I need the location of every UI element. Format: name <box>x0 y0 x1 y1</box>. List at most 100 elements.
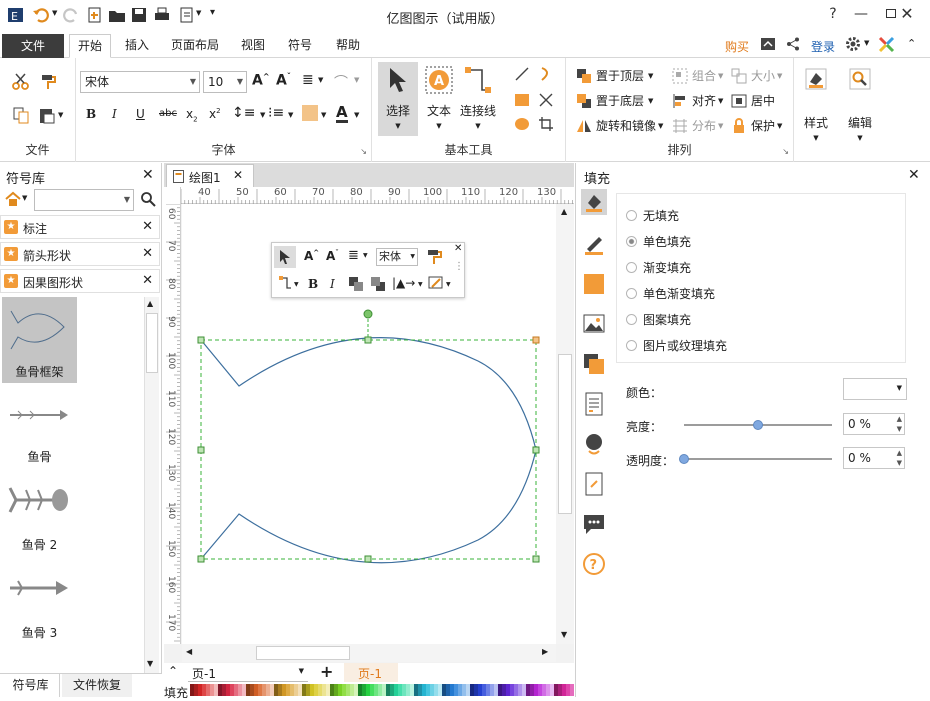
settings-gear-icon[interactable] <box>845 36 861 52</box>
scrollbar-thumb[interactable] <box>558 354 572 514</box>
help-question-icon[interactable]: ? <box>818 2 848 26</box>
cross-line-tool-icon[interactable] <box>538 92 554 108</box>
scroll-down-icon[interactable]: ▼ <box>147 659 153 668</box>
radio-solid-fill[interactable]: 单色填充 <box>626 233 691 250</box>
close-window-button[interactable]: ✕ <box>892 2 922 26</box>
tab-symbol-library[interactable]: 符号库 <box>2 674 60 697</box>
document-tab[interactable]: 绘图1 ✕ <box>166 164 254 187</box>
maximize-button[interactable] <box>858 2 896 26</box>
canvas-vertical-scrollbar[interactable]: ▲ ▼ <box>556 204 574 644</box>
shrink-font-icon[interactable]: Aˇ <box>326 249 339 263</box>
scroll-left-icon[interactable]: ◀ <box>186 647 192 656</box>
close-icon[interactable]: ✕ <box>908 167 920 183</box>
control-point-handle[interactable] <box>532 336 540 344</box>
resize-handle[interactable] <box>364 555 372 563</box>
cut-icon[interactable] <box>12 73 30 91</box>
crop-tool-icon[interactable] <box>538 116 554 132</box>
send-back-icon[interactable] <box>370 276 386 292</box>
close-icon[interactable]: ✕ <box>142 219 153 234</box>
arc-tool-icon[interactable] <box>538 66 554 82</box>
theme-color-icon[interactable] <box>878 36 895 53</box>
drag-handle-icon[interactable]: ⋮ <box>454 261 464 272</box>
resize-handle[interactable] <box>197 446 205 454</box>
close-icon[interactable]: ✕ <box>233 168 243 182</box>
shadow-panel-button[interactable] <box>581 271 607 297</box>
close-icon[interactable]: ✕ <box>142 167 154 183</box>
line-tool-icon[interactable] <box>514 66 530 82</box>
hyperlink-panel-button[interactable] <box>581 431 607 457</box>
subscript-icon[interactable]: x2 <box>186 107 198 123</box>
page-props-button[interactable] <box>581 391 607 417</box>
resize-handle[interactable] <box>197 555 205 563</box>
close-icon[interactable]: ✕ <box>142 273 153 288</box>
color-palette[interactable] <box>190 684 574 696</box>
library-header-callout[interactable]: ★ 标注 ✕ <box>0 215 160 239</box>
protect-button[interactable]: 保护 ▼ <box>731 117 782 134</box>
shape-item-fishbone-frame[interactable]: 鱼骨框架 <box>2 297 77 383</box>
login-link[interactable]: 登录 <box>811 38 835 55</box>
layer-panel-button[interactable] <box>581 351 607 377</box>
attachment-panel-button[interactable] <box>581 471 607 497</box>
connector-dropdown-icon[interactable]: ▼ <box>294 281 299 288</box>
brightness-spinner[interactable]: 0 % ▲ ▼ <box>843 413 905 435</box>
bring-to-front-button[interactable]: 置于顶层 ▼ <box>576 67 653 84</box>
radio-single-gradient-fill[interactable]: 单色渐变填充 <box>626 285 715 302</box>
radio-no-fill[interactable]: 无填充 <box>626 207 679 224</box>
edit-button[interactable]: 编辑 ▼ <box>843 66 877 146</box>
font-color-icon[interactable]: A <box>336 104 348 123</box>
settings-dropdown-icon[interactable]: ▼ <box>864 39 869 47</box>
tab-help[interactable]: 帮助 <box>328 34 368 58</box>
spinner-arrows-icon[interactable]: ▲ ▼ <box>897 448 902 468</box>
shrink-font-icon[interactable]: Aˇ <box>276 72 291 89</box>
buy-link[interactable]: 购买 <box>725 38 749 55</box>
collapse-up-icon[interactable]: ⌃ <box>168 664 178 678</box>
select-tool-button[interactable]: 选择 ▼ <box>378 62 418 136</box>
highlight-icon[interactable] <box>302 105 318 121</box>
paste-icon[interactable] <box>38 106 56 124</box>
scrollbar-thumb[interactable] <box>256 646 350 660</box>
grow-font-icon[interactable]: A^ <box>252 72 270 89</box>
float-font-combo[interactable]: 宋体 ▼ <box>376 248 418 266</box>
add-page-icon[interactable]: + <box>320 662 333 681</box>
text-curve-dropdown-icon[interactable]: ▼ <box>354 76 359 84</box>
radio-pattern-fill[interactable]: 图案填充 <box>626 311 691 328</box>
scroll-right-icon[interactable]: ▶ <box>542 647 548 656</box>
paste-dropdown-icon[interactable]: ▼ <box>58 111 63 119</box>
comment-panel-button[interactable] <box>581 511 607 537</box>
rotation-handle[interactable] <box>363 309 373 319</box>
share-box-icon[interactable] <box>760 37 776 51</box>
tab-file[interactable]: 文件 <box>2 34 64 58</box>
tab-home[interactable]: 开始 <box>69 34 111 58</box>
strikethrough-icon[interactable]: abc <box>159 108 177 119</box>
bold-icon[interactable]: B <box>86 107 96 121</box>
send-to-back-button[interactable]: 置于底层 ▼ <box>576 92 653 109</box>
shape-item-fishbone-2[interactable]: 鱼骨 2 <box>2 484 77 559</box>
tab-insert[interactable]: 插入 <box>117 34 157 58</box>
shape-list-scrollbar[interactable]: ▲ ▼ <box>144 297 159 673</box>
line-spacing-dropdown-icon[interactable]: ▼ <box>260 111 265 119</box>
shape-item-fishbone-3[interactable]: 鱼骨 3 <box>2 572 77 647</box>
highlight-dropdown-icon[interactable]: ▼ <box>321 111 326 119</box>
text-tool-button[interactable]: A 文本 ▼ <box>422 62 456 136</box>
line-weight-icon[interactable]: |▲→ <box>392 276 415 290</box>
align-dropdown-icon[interactable]: ▼ <box>363 252 368 259</box>
tab-symbol[interactable]: 符号 <box>280 34 320 58</box>
home-icon[interactable] <box>5 191 21 207</box>
style-button[interactable]: 样式 ▼ <box>799 66 833 146</box>
font-name-combo[interactable]: 宋体 ▼ <box>80 71 200 93</box>
library-header-cause-effect[interactable]: ★ 因果图形状 ✕ <box>0 269 160 293</box>
bring-front-icon[interactable] <box>348 276 364 292</box>
line-weight-dropdown-icon[interactable]: ▼ <box>418 281 423 288</box>
bold-icon[interactable]: B <box>308 277 318 291</box>
center-button[interactable]: 居中 <box>731 92 775 109</box>
brightness-slider[interactable] <box>684 420 832 430</box>
group-button[interactable]: 组合 ▼ <box>672 67 723 84</box>
tab-file-recovery[interactable]: 文件恢复 <box>62 674 132 697</box>
library-search-input[interactable]: ▼ <box>34 189 134 211</box>
bullets-icon[interactable]: ⁝≡ <box>268 105 284 121</box>
arrange-dialog-launcher-icon[interactable]: ↘ <box>782 147 789 156</box>
library-header-arrows[interactable]: ★ 箭头形状 ✕ <box>0 242 160 266</box>
rotate-mirror-button[interactable]: 旋转和镜像 ▼ <box>576 117 663 134</box>
font-dialog-launcher-icon[interactable]: ↘ <box>360 147 367 156</box>
spinner-arrows-icon[interactable]: ▲ ▼ <box>897 414 902 434</box>
